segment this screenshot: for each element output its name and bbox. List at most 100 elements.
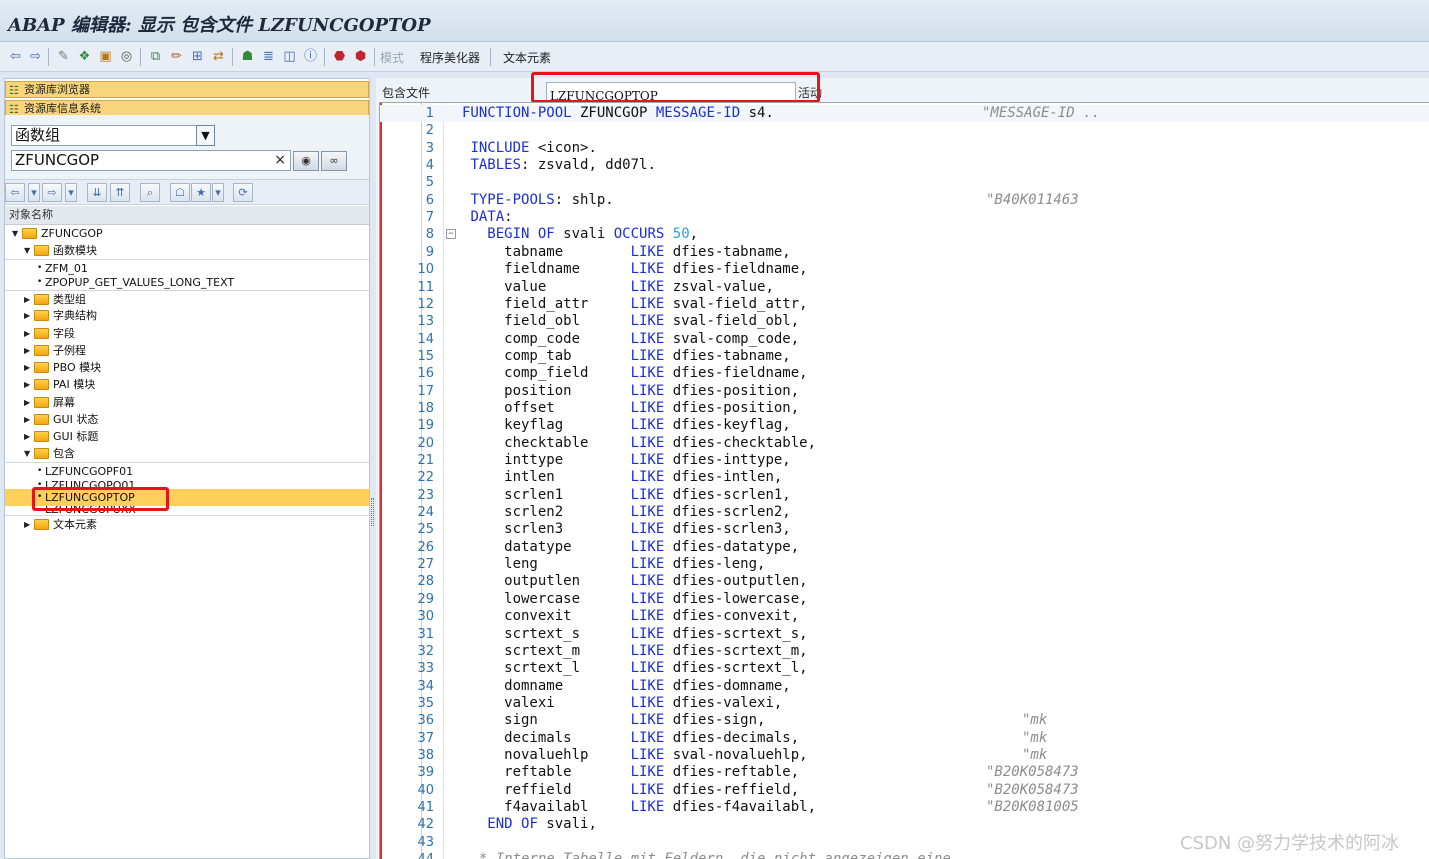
code-line[interactable]: 25 scrlen3 LIKE dfies-scrlen3, <box>380 521 1429 538</box>
collapsed-triangle-icon[interactable]: ▶ <box>24 325 32 342</box>
binoculars-icon[interactable]: ⌕ <box>140 183 160 202</box>
collapsed-triangle-icon[interactable]: ▶ <box>24 307 32 324</box>
display-change-icon[interactable]: ✎ <box>54 47 73 66</box>
collapsed-triangle-icon[interactable]: ▶ <box>24 516 32 533</box>
code-line[interactable]: 6 TYPE-POOLS: shlp. "B40K011463 <box>380 192 1429 209</box>
code-line[interactable]: 40 reffield LIKE dfies-reffield, "B20K058… <box>380 782 1429 799</box>
code-line[interactable]: 16 comp_field LIKE dfies-fieldname, <box>380 365 1429 382</box>
collapsed-triangle-icon[interactable]: ▶ <box>24 376 32 393</box>
expanded-triangle-icon[interactable]: ▼ <box>24 445 32 462</box>
code-line[interactable]: 39 reftable LIKE dfies-reftable, "B20K058… <box>380 764 1429 781</box>
favorites-star-icon[interactable]: ★ <box>191 183 211 202</box>
code-line[interactable]: 13 field_obl LIKE sval-field_obl, <box>380 313 1429 330</box>
code-line[interactable]: 8 − BEGIN OF svali OCCURS 50, <box>380 226 1429 243</box>
code-line[interactable]: 21 inttype LIKE dfies-inttype, <box>380 452 1429 469</box>
code-line[interactable]: 26 datatype LIKE dfies-datatype, <box>380 539 1429 556</box>
code-line[interactable]: 17 position LIKE dfies-position, <box>380 383 1429 400</box>
tree-node-folder[interactable]: ▶ 字典结构 <box>5 307 369 324</box>
tree-node-includes[interactable]: ▼ 包含 <box>5 445 369 462</box>
tree-node-root[interactable]: ▼ ZFUNCGOP <box>5 225 369 242</box>
expanded-triangle-icon[interactable]: ▼ <box>12 225 20 242</box>
code-line[interactable]: 14 comp_code LIKE sval-comp_code, <box>380 331 1429 348</box>
tree-node-folder[interactable]: ▶ GUI 状态 <box>5 411 369 428</box>
nav-forward-menu-icon[interactable]: ▾ <box>65 183 77 202</box>
expand-all-icon[interactable]: ⇊ <box>87 183 107 202</box>
code-line[interactable]: 9 tabname LIKE dfies-tabname, <box>380 244 1429 261</box>
expanded-triangle-icon[interactable]: ▼ <box>24 242 32 259</box>
tree-node-function-modules[interactable]: ▼ 函数模块 <box>5 242 369 259</box>
tree-leaf-selected[interactable]: • LZFUNCGOPTOP <box>5 489 369 506</box>
code-line[interactable]: 24 scrlen2 LIKE dfies-scrlen2, <box>380 504 1429 521</box>
repository-browser-button[interactable]: ☷ 资源库浏览器 <box>5 81 369 98</box>
tree-node-folder[interactable]: ▶ PBO 模块 <box>5 359 369 376</box>
code-line[interactable]: 3 INCLUDE <icon>. <box>380 140 1429 157</box>
code-line[interactable]: 34 domname LIKE dfies-domname, <box>380 678 1429 695</box>
pretty-printer-button[interactable]: 程序美化器 <box>420 49 480 66</box>
tree-node-folder[interactable]: ▶ PAI 模块 <box>5 376 369 393</box>
activate-icon[interactable]: ◎ <box>117 47 136 66</box>
find-button[interactable]: ∞ <box>321 151 347 171</box>
code-line[interactable]: 29 lowercase LIKE dfies-lowercase, <box>380 591 1429 608</box>
code-editor[interactable]: 1 FUNCTION-POOL ZFUNCGOP MESSAGE-ID s4. "M… <box>379 102 1429 859</box>
collapsed-triangle-icon[interactable]: ▶ <box>24 394 32 411</box>
navigation-window-icon[interactable]: ⇄ <box>209 47 228 66</box>
code-line[interactable]: 1 FUNCTION-POOL ZFUNCGOP MESSAGE-ID s4. "M… <box>380 105 1429 123</box>
nav-back-menu-icon[interactable]: ▾ <box>28 183 40 202</box>
breakpoint-icon[interactable]: ⬣ <box>330 47 349 66</box>
split-screen-icon[interactable]: ◫ <box>280 47 299 66</box>
session-breakpoint-icon[interactable]: ⬢ <box>351 47 370 66</box>
collapsed-triangle-icon[interactable]: ▶ <box>24 428 32 445</box>
hierarchy-icon[interactable]: ☗ <box>238 47 257 66</box>
test-icon[interactable]: ⧉ <box>146 47 165 66</box>
code-line[interactable]: 37 decimals LIKE dfies-decimals, "mk <box>380 730 1429 747</box>
tree-leaf[interactable]: LZFUNCGOPUXX <box>5 506 369 515</box>
refresh-icon[interactable]: ⟳ <box>233 183 253 202</box>
clear-icon[interactable]: × <box>274 151 286 170</box>
text-elements-button[interactable]: 文本元素 <box>503 49 551 66</box>
pencil-icon[interactable]: ✏ <box>167 47 186 66</box>
collapsed-triangle-icon[interactable]: ▶ <box>24 342 32 359</box>
collapsed-triangle-icon[interactable]: ▶ <box>24 291 32 308</box>
tree-node-folder[interactable]: ▶ 屏幕 <box>5 394 369 411</box>
code-line[interactable]: 30 convexit LIKE dfies-convexit, <box>380 608 1429 625</box>
code-line[interactable]: 5 <box>380 174 1429 191</box>
code-line[interactable]: 31 scrtext_s LIKE dfies-scrtext_s, <box>380 626 1429 643</box>
tree-leaf[interactable]: • LZFUNCGOPO01 <box>5 477 369 489</box>
nav-back-icon[interactable]: ⇦ <box>5 183 25 202</box>
tree-node-folder[interactable]: ▶ GUI 标题 <box>5 428 369 445</box>
code-line[interactable]: 35 valexi LIKE dfies-valexi, <box>380 695 1429 712</box>
code-line[interactable]: 23 scrlen1 LIKE dfies-scrlen1, <box>380 487 1429 504</box>
code-line[interactable]: 28 outputlen LIKE dfies-outputlen, <box>380 573 1429 590</box>
code-line[interactable]: 38 novaluehlp LIKE sval-novaluehlp, "mk <box>380 747 1429 764</box>
code-line[interactable]: 41 f4availabl LIKE dfies-f4availabl, "B20… <box>380 799 1429 816</box>
display-button[interactable]: ◉ <box>293 151 319 171</box>
code-line[interactable]: 4 TABLES: zsvald, dd07l. <box>380 157 1429 174</box>
object-name-input[interactable]: ZFUNCGOP × <box>11 150 291 171</box>
tree-node-folder[interactable]: ▶ 字段 <box>5 325 369 342</box>
forward-arrow-icon[interactable]: ⇨ <box>26 47 45 66</box>
code-line[interactable]: 20 checktable LIKE dfies-checktable, <box>380 435 1429 452</box>
code-line[interactable]: 12 field_attr LIKE sval-field_attr, <box>380 296 1429 313</box>
nav-forward-icon[interactable]: ⇨ <box>42 183 62 202</box>
collapse-all-icon[interactable]: ⇈ <box>110 183 130 202</box>
collapsed-triangle-icon[interactable]: ▶ <box>24 359 32 376</box>
code-line[interactable]: 10 fieldname LIKE dfies-fieldname, <box>380 261 1429 278</box>
code-line[interactable]: 2 <box>380 122 1429 139</box>
code-line[interactable]: 19 keyflag LIKE dfies-keyflag, <box>380 417 1429 434</box>
code-line[interactable]: 27 leng LIKE dfies-leng, <box>380 556 1429 573</box>
info-icon[interactable]: ⓘ <box>301 47 320 66</box>
code-line[interactable]: 18 offset LIKE dfies-position, <box>380 400 1429 417</box>
mode-button[interactable]: 模式 <box>380 49 404 66</box>
code-line[interactable]: 22 intlen LIKE dfies-intlen, <box>380 469 1429 486</box>
code-line[interactable]: 32 scrtext_m LIKE dfies-scrtext_m, <box>380 643 1429 660</box>
stack-icon[interactable]: ≣ <box>259 47 278 66</box>
code-line[interactable]: 36 sign LIKE dfies-sign, "mk <box>380 712 1429 729</box>
tree-node-folder[interactable]: ▶ 子例程 <box>5 342 369 359</box>
favorites-menu-icon[interactable]: ▾ <box>212 183 224 202</box>
splitter-grip[interactable] <box>371 498 374 526</box>
collapse-block-icon[interactable]: − <box>446 229 456 240</box>
where-used-icon[interactable]: ⊞ <box>188 47 207 66</box>
other-object-icon[interactable]: ❖ <box>75 47 94 66</box>
collapsed-triangle-icon[interactable]: ▶ <box>24 411 32 428</box>
worklist-icon[interactable]: ☖ <box>170 183 190 202</box>
